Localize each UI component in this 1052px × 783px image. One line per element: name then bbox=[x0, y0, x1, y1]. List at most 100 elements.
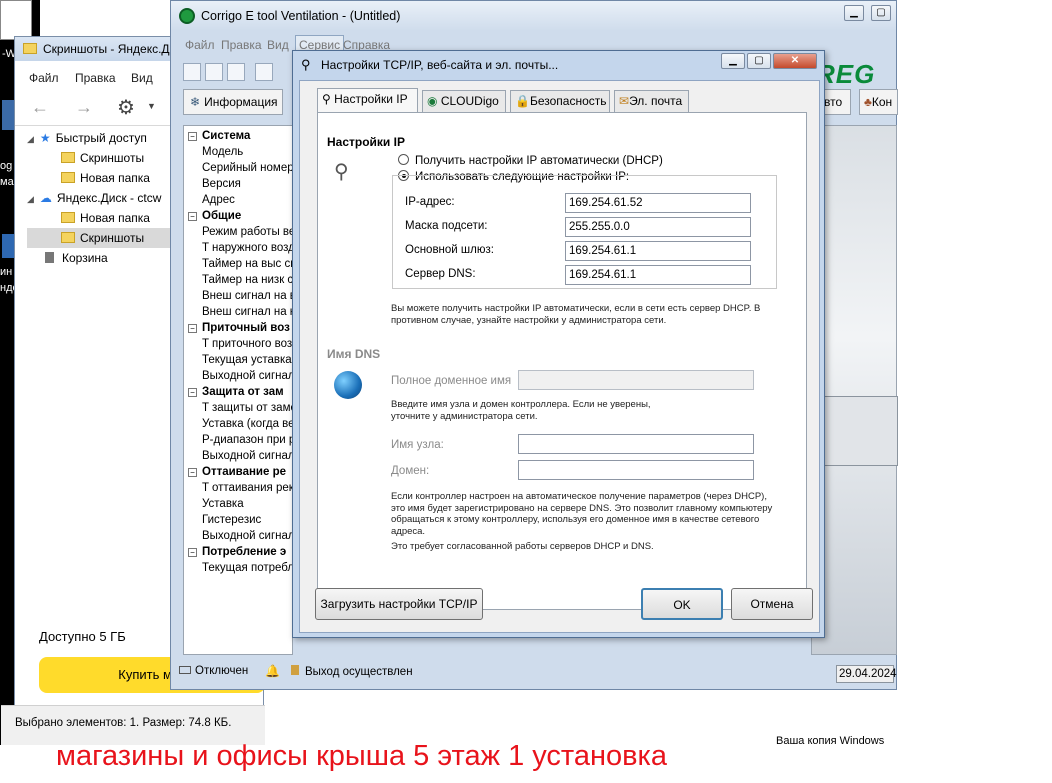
cancel-button[interactable]: Отмена bbox=[731, 588, 813, 620]
tree-parameter[interactable]: Модель bbox=[184, 144, 292, 160]
folder-icon bbox=[23, 43, 37, 54]
tab-partial[interactable]: вто bbox=[821, 89, 851, 115]
dns-server-input[interactable]: 169.254.61.1 bbox=[565, 265, 751, 285]
tree-group[interactable]: − Приточный воз bbox=[184, 320, 292, 336]
tree-parameter[interactable]: Режим работы ве bbox=[184, 224, 292, 240]
desktop-icon[interactable] bbox=[2, 100, 14, 130]
radio-button[interactable] bbox=[398, 154, 409, 165]
radio-dhcp[interactable]: Получить настройки IP автоматически (DHC… bbox=[398, 154, 663, 167]
tree-parameter[interactable]: T наружного возд bbox=[184, 240, 292, 256]
subnet-mask-input[interactable]: 255.255.0.0 bbox=[565, 217, 751, 237]
tree-label: Потребление э bbox=[202, 546, 287, 558]
desktop-fragment: ма bbox=[0, 176, 14, 188]
corrigo-titlebar[interactable]: Corrigo E tool Ventilation - (Untitled) … bbox=[171, 1, 896, 31]
chevron-down-icon[interactable]: ▼ bbox=[147, 101, 156, 111]
maximize-icon[interactable]: ▢ bbox=[871, 5, 891, 21]
minimize-icon[interactable]: ▁ bbox=[844, 5, 864, 21]
collapse-icon[interactable]: − bbox=[188, 388, 197, 397]
save-icon[interactable] bbox=[227, 63, 245, 81]
tree-group[interactable]: − Защита от зам bbox=[184, 384, 292, 400]
collapse-icon[interactable]: − bbox=[188, 468, 197, 477]
tab-connection[interactable]: ♣Кон bbox=[859, 89, 898, 115]
tree-parameter[interactable]: T оттаивания рек bbox=[184, 480, 292, 496]
dialog-titlebar[interactable]: ⚲ Настройки TCP/IP, веб-сайта и эл. почт… bbox=[293, 51, 824, 79]
open-folder-icon[interactable] bbox=[205, 63, 223, 81]
gateway-label: Основной шлюз: bbox=[405, 244, 494, 256]
snowflake-icon: ❄ bbox=[190, 95, 201, 109]
globe-icon: ◉ bbox=[427, 94, 441, 108]
tree-parameter[interactable]: Внеш сигнал на в bbox=[184, 288, 292, 304]
tree-parameter[interactable]: Таймер на низк с bbox=[184, 272, 292, 288]
tree-parameter[interactable]: Выходной сигнал bbox=[184, 448, 292, 464]
network-icon: ⚲ bbox=[301, 57, 311, 72]
hostname-input[interactable] bbox=[518, 434, 754, 454]
network-connector-icon: ⚲ bbox=[334, 161, 349, 183]
menu-edit[interactable]: Правка bbox=[221, 38, 262, 52]
folder-icon bbox=[61, 212, 75, 223]
desktop-fragment: og bbox=[0, 160, 13, 172]
tab-information[interactable]: ❄ Информация bbox=[183, 89, 283, 115]
tree-label: Защита от зам bbox=[202, 386, 284, 398]
close-icon[interactable]: ✕ bbox=[773, 53, 817, 69]
desktop-icon[interactable] bbox=[2, 234, 14, 258]
corrigo-toolbar bbox=[183, 63, 277, 84]
tree-group[interactable]: − Оттаивание ре bbox=[184, 464, 292, 480]
tab-ip-settings[interactable]: ⚲ Настройки IP bbox=[317, 88, 418, 113]
ok-button[interactable]: OK bbox=[641, 588, 723, 620]
lock-icon: 🔒 bbox=[515, 94, 530, 108]
windows-activation-note: Ваша копия Windows bbox=[776, 735, 885, 747]
tree-parameter[interactable]: Выходной сигнал bbox=[184, 368, 292, 384]
print-icon[interactable] bbox=[255, 63, 273, 81]
tab-security[interactable]: 🔒Безопасность bbox=[510, 90, 610, 112]
tree-parameter[interactable]: Адрес bbox=[184, 192, 292, 208]
load-tcpip-button[interactable]: Загрузить настройки TCP/IP bbox=[315, 588, 483, 620]
menu-view[interactable]: Вид bbox=[131, 71, 153, 85]
domain-label: Домен: bbox=[391, 465, 430, 477]
tree-label: Таймер на низк с bbox=[202, 274, 293, 286]
ip-note: Вы можете получить настройки IP автомати… bbox=[391, 303, 761, 326]
gateway-input[interactable]: 169.254.61.1 bbox=[565, 241, 751, 261]
tree-parameter[interactable]: Выходной сигнал bbox=[184, 528, 292, 544]
tree-parameter[interactable]: Текущая потребл bbox=[184, 560, 292, 576]
maximize-icon[interactable]: ▢ bbox=[747, 53, 771, 69]
desktop-file-icon[interactable] bbox=[0, 0, 32, 40]
tree-parameter[interactable]: T приточного воз bbox=[184, 336, 292, 352]
back-arrow-icon[interactable]: ← bbox=[31, 97, 49, 118]
status-date: 29.04.2024 bbox=[836, 665, 897, 683]
tree-parameter[interactable]: T защиты от замо bbox=[184, 400, 292, 416]
menu-file[interactable]: Файл bbox=[185, 38, 215, 52]
menu-edit[interactable]: Правка bbox=[75, 71, 116, 85]
tree-group[interactable]: − Система bbox=[184, 128, 292, 144]
tree-parameter[interactable]: Уставка (когда ве bbox=[184, 416, 292, 432]
collapse-icon[interactable]: − bbox=[188, 212, 197, 221]
tree-label: Гистерезис bbox=[202, 514, 262, 526]
tree-parameter[interactable]: Версия bbox=[184, 176, 292, 192]
tree-parameter[interactable]: Текущая уставка bbox=[184, 352, 292, 368]
collapse-icon[interactable]: − bbox=[188, 324, 197, 333]
tree-parameter[interactable]: Гистерезис bbox=[184, 512, 292, 528]
connection-status-icon bbox=[179, 666, 191, 674]
minimize-icon[interactable]: ▁ bbox=[721, 53, 745, 69]
tab-cloudigo[interactable]: ◉ CLOUDigo bbox=[422, 90, 506, 112]
tree-parameter[interactable]: Внеш сигнал на н bbox=[184, 304, 292, 320]
forward-arrow-icon[interactable]: → bbox=[75, 97, 93, 118]
tab-email[interactable]: ✉Эл. почта bbox=[614, 90, 689, 112]
domain-input[interactable] bbox=[518, 460, 754, 480]
bell-icon: 🔔 bbox=[265, 664, 280, 678]
tree-parameter[interactable]: Уставка bbox=[184, 496, 292, 512]
tree-label: Таймер на выс сн bbox=[202, 258, 293, 270]
tree-group[interactable]: − Потребление э bbox=[184, 544, 292, 560]
ip-address-input[interactable]: 169.254.61.52 bbox=[565, 193, 751, 213]
settings-gear-icon[interactable]: ⚙ bbox=[117, 95, 135, 120]
tree-parameter[interactable]: Серийный номер bbox=[184, 160, 292, 176]
menu-file[interactable]: Файл bbox=[29, 71, 59, 85]
menu-view[interactable]: Вид bbox=[267, 38, 289, 52]
tree-label: Выходной сигнал bbox=[202, 530, 293, 542]
collapse-icon[interactable]: − bbox=[188, 548, 197, 557]
fqdn-input[interactable] bbox=[518, 370, 754, 390]
tree-parameter[interactable]: Таймер на выс сн bbox=[184, 256, 292, 272]
tree-parameter[interactable]: P-диапазон при р bbox=[184, 432, 292, 448]
tree-group[interactable]: − Общие bbox=[184, 208, 292, 224]
new-file-icon[interactable] bbox=[183, 63, 201, 81]
collapse-icon[interactable]: − bbox=[188, 132, 197, 141]
